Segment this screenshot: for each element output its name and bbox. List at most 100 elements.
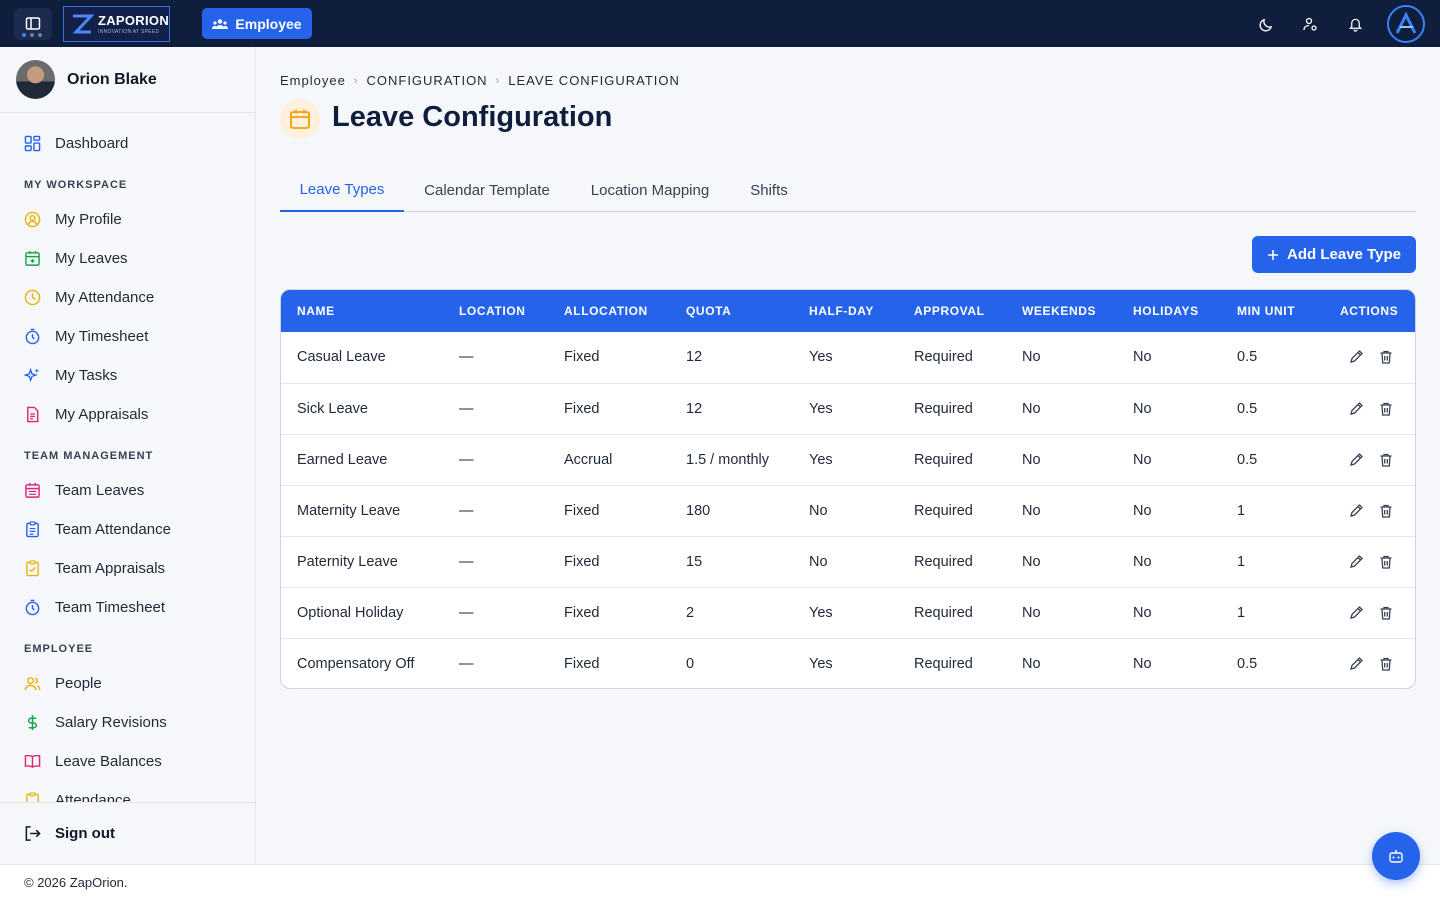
tab-location-mapping[interactable]: Location Mapping	[580, 169, 720, 212]
sidebar-nav[interactable]: Dashboard MY WORKSPACE My Profile My Lea…	[0, 113, 255, 802]
column-header-holidays[interactable]: HOLIDAYS	[1133, 290, 1199, 332]
sidebar-item-team-attendance[interactable]: Team Attendance	[0, 510, 255, 549]
timer-icon	[25, 599, 40, 616]
cell-holidays: No	[1133, 605, 1152, 621]
sidebar-item-label: Attendance	[55, 792, 131, 802]
sidebar-item-team-appraisals[interactable]: Team Appraisals	[0, 549, 255, 588]
delete-button[interactable]	[1378, 554, 1394, 570]
trash-icon	[1380, 504, 1392, 518]
sidebar-item-people[interactable]: People	[0, 664, 255, 703]
sidebar-item-salary-revisions[interactable]: Salary Revisions	[0, 703, 255, 742]
sidebar-item-label: People	[55, 675, 102, 692]
breadcrumb-item-employee[interactable]: Employee	[280, 73, 346, 88]
user-settings-icon	[1303, 17, 1317, 31]
column-header-half-day[interactable]: HALF-DAY	[809, 290, 874, 332]
column-header-location[interactable]: LOCATION	[459, 290, 526, 332]
users-icon	[212, 18, 229, 29]
theme-toggle-button[interactable]	[1256, 14, 1276, 34]
sidebar-item-my-timesheet[interactable]: My Timesheet	[0, 317, 255, 356]
column-header-allocation[interactable]: ALLOCATION	[564, 290, 648, 332]
account-avatar-button[interactable]	[1387, 5, 1425, 43]
sidebar-toggle-icon	[25, 17, 41, 30]
cell-approval: Required	[914, 554, 973, 570]
user-settings-button[interactable]	[1300, 14, 1320, 34]
edit-button[interactable]	[1348, 656, 1364, 672]
document-icon	[27, 406, 39, 423]
cell-half-day: Yes	[809, 452, 833, 468]
cell-name: Maternity Leave	[297, 503, 401, 519]
cell-quota: 0	[686, 656, 695, 672]
column-header-weekends[interactable]: WEEKENDS	[1022, 290, 1096, 332]
sidebar-item-label: Dashboard	[55, 135, 129, 152]
footer: © 2026 ZapOrion.	[0, 864, 1440, 900]
toggle-dots	[22, 33, 42, 37]
sidebar-item-attendance[interactable]: Attendance	[0, 781, 255, 802]
sidebar-item-label: Salary Revisions	[55, 714, 167, 731]
cell-approval: Required	[914, 605, 973, 621]
edit-button[interactable]	[1348, 605, 1364, 621]
cell-min-unit: 0.5	[1237, 401, 1258, 417]
cell-quota: 12	[686, 349, 703, 365]
assistant-bot-button[interactable]	[1372, 832, 1420, 880]
trash-icon	[1380, 657, 1392, 671]
column-header-min-unit[interactable]: MIN UNIT	[1237, 290, 1295, 332]
cell-half-day: Yes	[809, 605, 833, 621]
add-leave-type-button[interactable]: Add Leave Type	[1252, 236, 1416, 273]
tab-calendar-template[interactable]: Calendar Template	[416, 169, 558, 212]
sidebar-item-team-timesheet[interactable]: Team Timesheet	[0, 588, 255, 627]
notifications-button[interactable]	[1345, 14, 1365, 34]
delete-button[interactable]	[1378, 452, 1394, 468]
column-header-quota[interactable]: QUOTA	[686, 290, 731, 332]
edit-button[interactable]	[1348, 503, 1364, 519]
sidebar-item-my-tasks[interactable]: My Tasks	[0, 356, 255, 395]
sign-out-button[interactable]: Sign out	[0, 802, 255, 864]
user-profile[interactable]: Orion Blake	[0, 47, 255, 113]
cell-approval: Required	[914, 503, 973, 519]
delete-button[interactable]	[1378, 656, 1394, 672]
edit-button[interactable]	[1348, 452, 1364, 468]
delete-button[interactable]	[1378, 605, 1394, 621]
column-header-name[interactable]: NAME	[297, 290, 335, 332]
tab-shifts[interactable]: Shifts	[740, 169, 798, 212]
user-name: Orion Blake	[67, 70, 157, 88]
cell-quota: 12	[686, 401, 703, 417]
edit-button[interactable]	[1348, 349, 1364, 365]
trash-icon	[1380, 402, 1392, 416]
tab-leave-types[interactable]: Leave Types	[280, 169, 404, 212]
edit-button[interactable]	[1348, 554, 1364, 570]
table-row: Casual Leave — Fixed 12 Yes Required No No 0.5	[281, 332, 1415, 383]
section-team-management: TEAM MANAGEMENT	[24, 450, 154, 462]
edit-button[interactable]	[1348, 401, 1364, 417]
column-header-approval[interactable]: APPROVAL	[914, 290, 985, 332]
cell-weekends: No	[1022, 554, 1041, 570]
table-row: Earned Leave — Accrual 1.5 / monthly Yes Requ…	[281, 434, 1415, 485]
cell-holidays: No	[1133, 503, 1152, 519]
plus-icon	[1268, 249, 1279, 260]
sidebar-item-my-leaves[interactable]: My Leaves	[0, 239, 255, 278]
sidebar: Orion Blake Dashboard MY WORKSPACE My Pr…	[0, 47, 256, 864]
cell-min-unit: 1	[1237, 605, 1246, 621]
delete-button[interactable]	[1378, 349, 1394, 365]
delete-button[interactable]	[1378, 503, 1394, 519]
sidebar-item-leave-balances[interactable]: Leave Balances	[0, 742, 255, 781]
cell-approval: Required	[914, 401, 973, 417]
sidebar-item-my-attendance[interactable]: My Attendance	[0, 278, 255, 317]
cell-half-day: No	[809, 503, 828, 519]
cell-location: —	[459, 656, 474, 672]
delete-button[interactable]	[1378, 401, 1394, 417]
sidebar-item-my-appraisals[interactable]: My Appraisals	[0, 395, 255, 434]
employee-module-button[interactable]: Employee	[202, 8, 312, 39]
sidebar-item-my-profile[interactable]: My Profile	[0, 200, 255, 239]
user-circle-icon	[24, 211, 41, 228]
page-title-icon-wrap	[280, 99, 320, 139]
calendar-icon	[25, 482, 40, 498]
cell-location: —	[459, 503, 474, 519]
breadcrumb-item-configuration[interactable]: CONFIGURATION	[366, 73, 487, 88]
cell-location: —	[459, 401, 474, 417]
sidebar-item-dashboard[interactable]: Dashboard	[0, 124, 255, 163]
cell-holidays: No	[1133, 349, 1152, 365]
sidebar-item-team-leaves[interactable]: Team Leaves	[0, 471, 255, 510]
sidebar-toggle-button[interactable]	[14, 8, 52, 40]
zaporion-logo[interactable]: ZAPORION INNOVATION AT SPEED	[63, 6, 170, 42]
sidebar-item-label: My Leaves	[55, 250, 128, 267]
